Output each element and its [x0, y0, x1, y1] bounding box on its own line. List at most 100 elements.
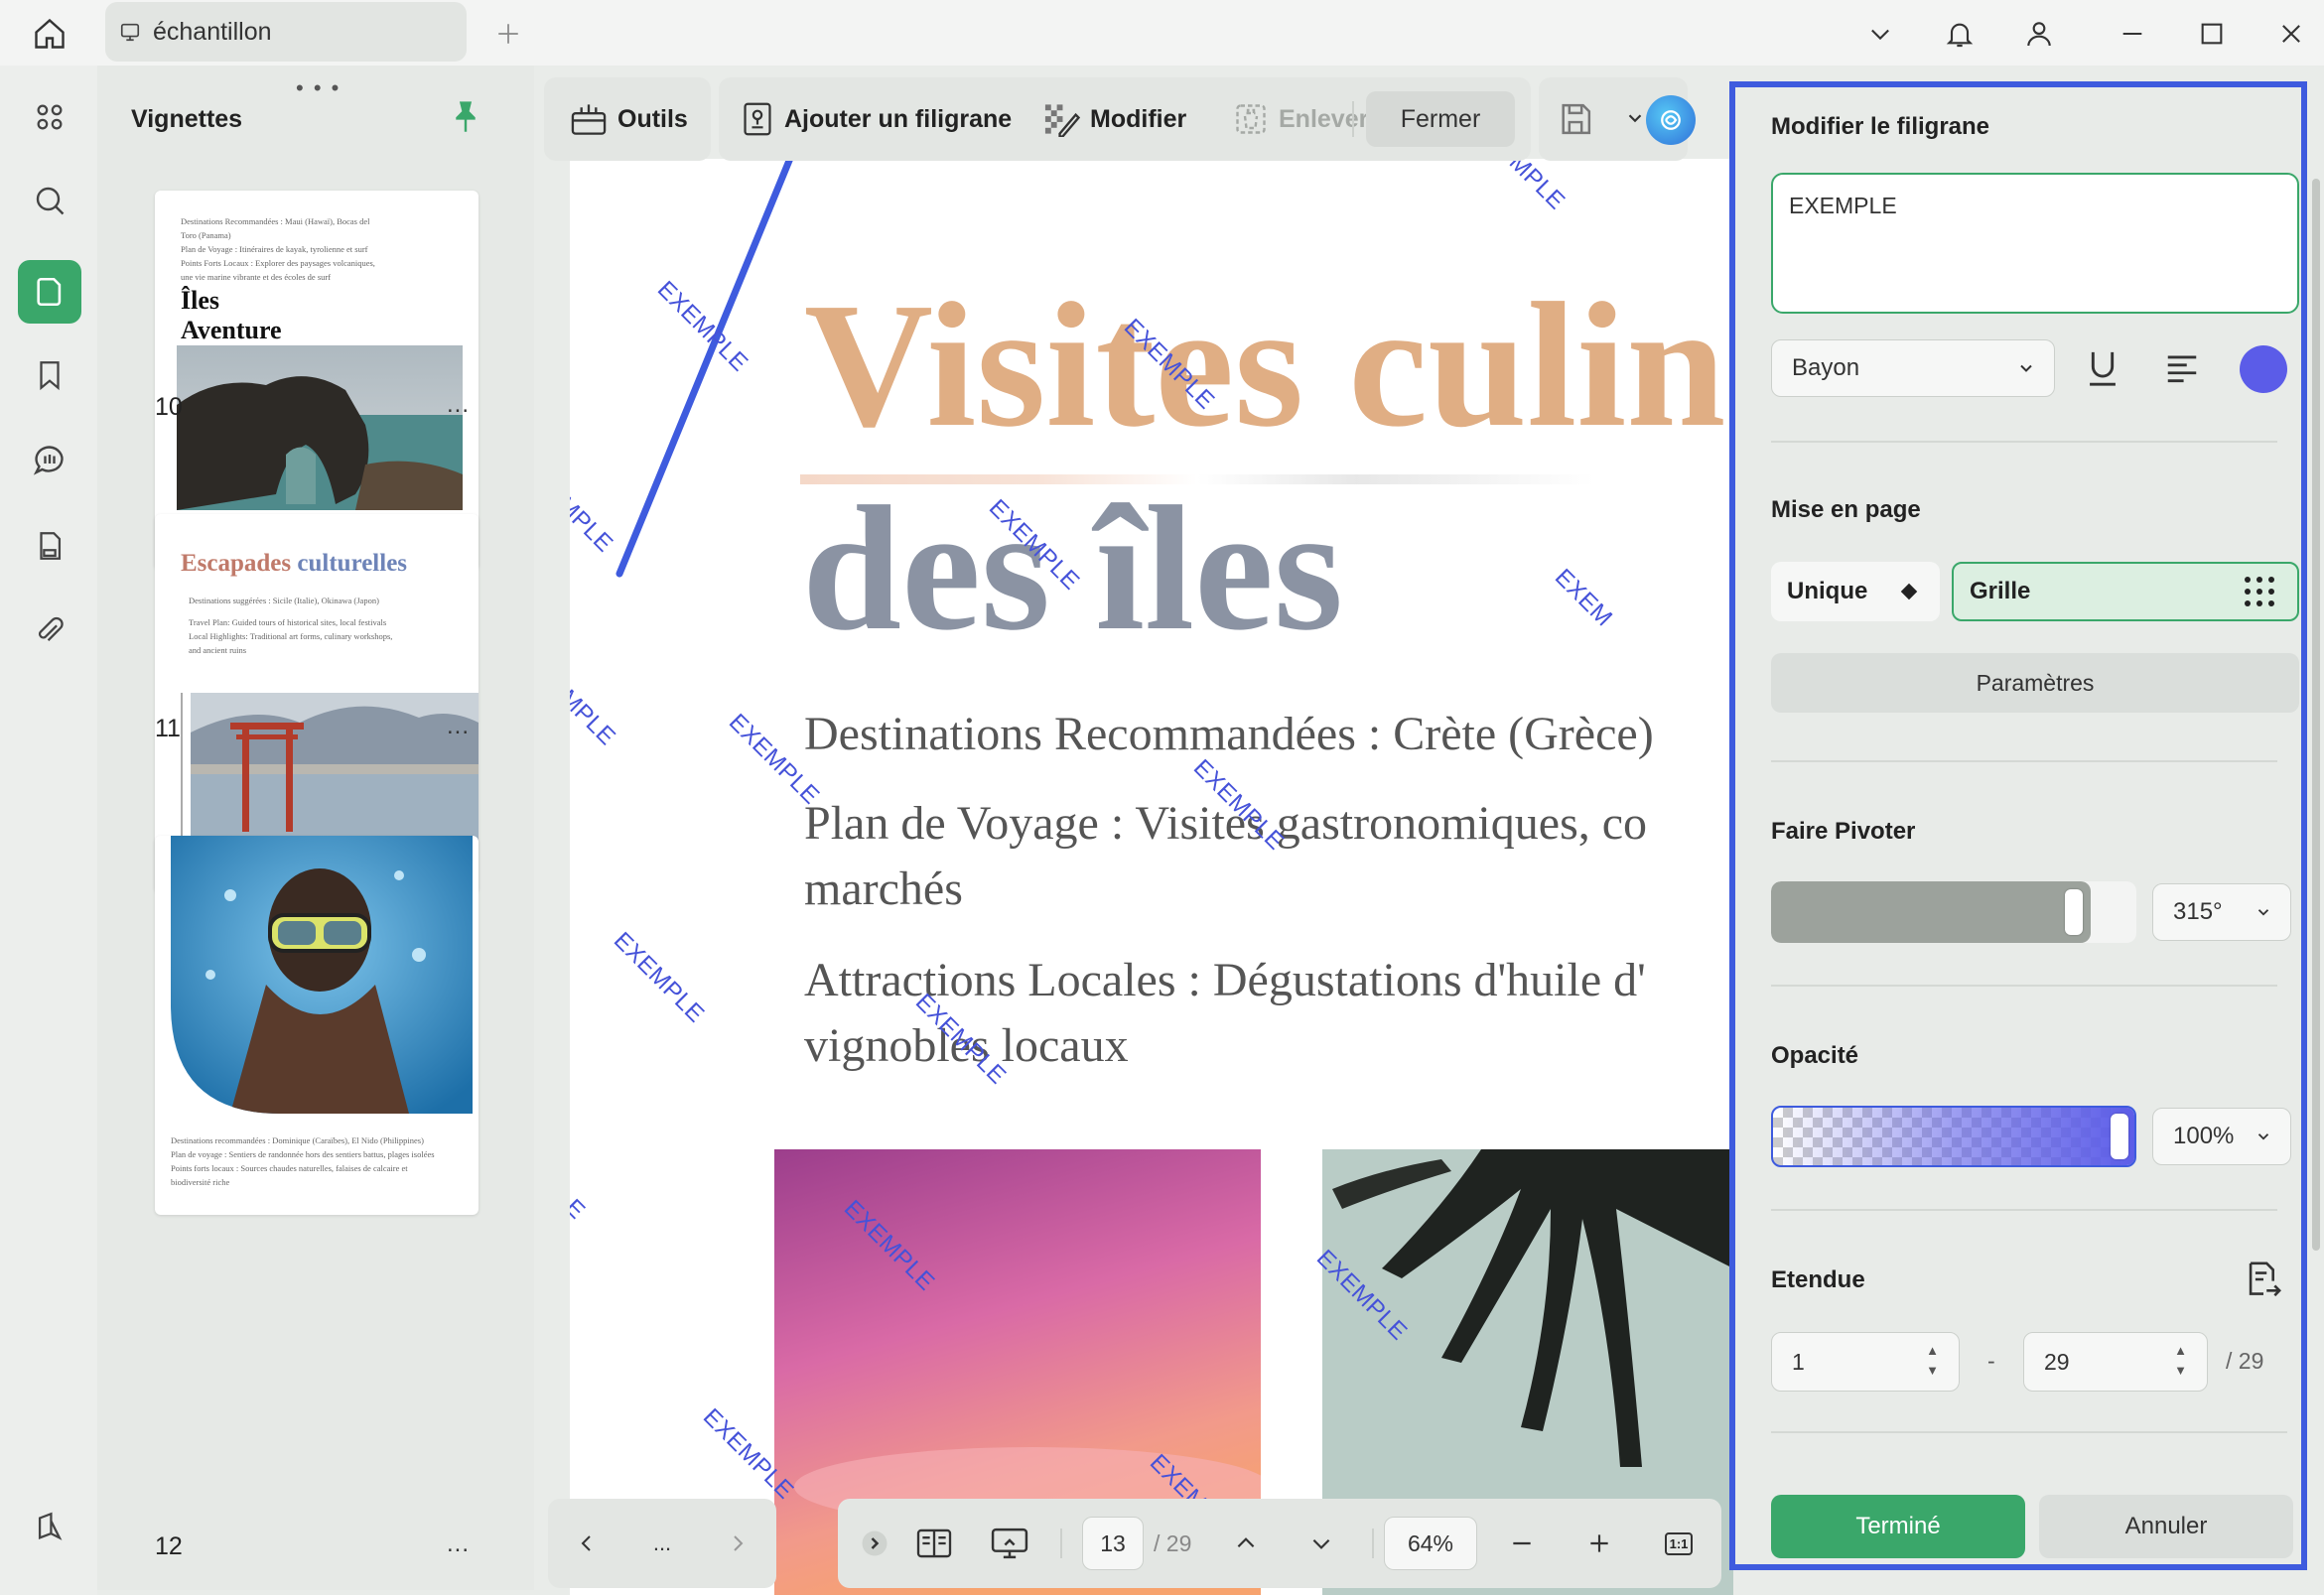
thumbnail-more-button[interactable]: ...: [447, 1530, 470, 1558]
font-select[interactable]: Bayon: [1771, 339, 2055, 397]
view-controls-group: 13 / 29 64% 1:1: [838, 1499, 1721, 1588]
close-icon[interactable]: [2269, 12, 2313, 56]
document-tab[interactable]: échantillon: [105, 2, 467, 62]
layout-title: Mise en page: [1771, 496, 1921, 523]
tools-button[interactable]: Outils: [570, 93, 688, 145]
opacity-slider[interactable]: [1771, 1106, 2136, 1167]
section-divider: [1771, 760, 2277, 762]
thumbnail-title: Îles Aventure: [181, 286, 282, 344]
zoom-out-icon[interactable]: [1497, 1519, 1547, 1568]
user-icon[interactable]: [2017, 12, 2061, 56]
align-left-icon[interactable]: [2162, 349, 2202, 387]
thumbnail-page-12[interactable]: Destinations recommandées : Dominique (C…: [155, 836, 478, 1215]
tools-group: Outils: [544, 77, 711, 161]
title-bar: échantillon: [0, 0, 2324, 66]
rotate-slider[interactable]: [1771, 881, 2136, 943]
page-down-icon[interactable]: [1297, 1519, 1346, 1568]
thumbnail-image: [177, 345, 463, 510]
opacity-title: Opacité: [1771, 1042, 1859, 1069]
ai-assistant-icon[interactable]: [1646, 95, 1696, 145]
thumbnail-title: Escapades culturelles: [181, 550, 408, 577]
done-button[interactable]: Terminé: [1771, 1495, 2025, 1558]
underline-icon[interactable]: [2083, 347, 2122, 389]
stepper-arrows-icon[interactable]: ▲ ▼: [2174, 1341, 2187, 1381]
opacity-select[interactable]: 100%: [2152, 1108, 2291, 1165]
rotate-slider-handle[interactable]: [2065, 889, 2083, 935]
new-tab-button[interactable]: [486, 12, 530, 56]
layout-grid-option[interactable]: Grille: [1952, 562, 2299, 621]
search-icon[interactable]: [18, 169, 81, 232]
rotate-title: Faire Pivoter: [1771, 818, 1916, 845]
presentation-icon[interactable]: [985, 1519, 1034, 1568]
range-separator: -: [1987, 1348, 1995, 1374]
minimize-icon[interactable]: [2111, 12, 2154, 56]
modify-watermark-button[interactable]: Modifier: [1042, 93, 1186, 145]
zoom-input[interactable]: 64%: [1384, 1517, 1477, 1570]
comment-icon[interactable]: [18, 429, 81, 492]
cancel-button[interactable]: Annuler: [2039, 1495, 2293, 1558]
document-canvas[interactable]: Visites culin des îles Destinations Reco…: [570, 159, 1733, 1595]
thumbnail-more-button[interactable]: ...: [447, 391, 470, 419]
section-divider: [1771, 441, 2277, 443]
chevron-right-icon[interactable]: [713, 1519, 762, 1568]
thumbnails-icon[interactable]: [18, 260, 81, 324]
close-watermark-button[interactable]: Fermer: [1366, 91, 1515, 147]
rotate-slider-fill: [1771, 881, 2091, 943]
panel-title: Modifier le filigrane: [1771, 113, 1990, 140]
range-to-input[interactable]: 29 ▲ ▼: [2023, 1332, 2208, 1392]
zoom-in-icon[interactable]: [1574, 1519, 1624, 1568]
parameters-button[interactable]: Paramètres: [1771, 653, 2299, 713]
actual-size-button[interactable]: 1:1: [1654, 1519, 1704, 1568]
page-layout-icon[interactable]: [909, 1519, 959, 1568]
attachment-icon[interactable]: [18, 599, 81, 663]
bell-icon[interactable]: [1938, 12, 1982, 56]
thumbnail-text: Destinations Recommandées : Maui (Hawaï)…: [181, 216, 375, 282]
layers-icon[interactable]: [18, 1495, 81, 1558]
thumbnail-text: Destinations suggérées : Sicile (Italie)…: [189, 596, 393, 655]
add-watermark-button[interactable]: Ajouter un filigrane: [741, 93, 1012, 145]
page-range-icon[interactable]: [2244, 1259, 2283, 1300]
chevron-down-icon[interactable]: [1858, 12, 1902, 56]
thumbnail-page-number: 11: [155, 715, 181, 742]
maximize-icon[interactable]: [2190, 12, 2234, 56]
add-watermark-icon: [741, 101, 774, 137]
range-from-input[interactable]: 1 ▲ ▼: [1771, 1332, 1960, 1392]
document-tab-title: échantillon: [153, 17, 272, 46]
document-tab-icon: [119, 21, 141, 43]
watermark-text-input[interactable]: EXEMPLE: [1771, 173, 2299, 314]
color-picker[interactable]: [2240, 345, 2287, 393]
expand-icon[interactable]: [850, 1519, 899, 1568]
toolbar: Outils Ajouter un filigrane Modifier Enl…: [544, 77, 1719, 161]
thumbnail-page-number: 12: [155, 1532, 183, 1560]
chevron-down-icon: [2255, 1128, 2272, 1145]
form-icon[interactable]: [18, 514, 81, 578]
pin-icon[interactable]: [451, 99, 480, 133]
panel-grip-icon[interactable]: • • •: [296, 75, 341, 101]
current-page-input[interactable]: 13: [1082, 1517, 1144, 1570]
toolbar-divider: [1352, 101, 1354, 137]
layout-single-option[interactable]: Unique: [1771, 562, 1940, 621]
rotate-angle-select[interactable]: 315°: [2152, 883, 2291, 941]
remove-watermark-button[interactable]: Enlever: [1233, 93, 1368, 145]
grid-icon[interactable]: [18, 85, 81, 149]
document-title-line1: Visites culin: [804, 266, 1726, 464]
thumbnail-page-10[interactable]: Destinations Recommandées : Maui (Hawaï)…: [155, 191, 478, 570]
home-icon[interactable]: [28, 12, 71, 56]
stepper-arrows-icon[interactable]: ▲ ▼: [1926, 1341, 1939, 1381]
grid-dots-icon: [2242, 574, 2277, 609]
total-pages: / 29: [1154, 1530, 1192, 1556]
save-icon[interactable]: [1557, 99, 1594, 139]
thumbnail-text: Destinations recommandées : Dominique (C…: [171, 1135, 435, 1187]
panel-scrollbar[interactable]: [2312, 179, 2320, 1251]
bookmark-icon[interactable]: [18, 343, 81, 407]
opacity-slider-handle[interactable]: [2111, 1114, 2128, 1159]
thumbnail-more-button[interactable]: ...: [447, 713, 470, 740]
page-nav-group: ...: [548, 1499, 776, 1588]
more-button[interactable]: ...: [637, 1519, 687, 1568]
range-title: Etendue: [1771, 1266, 1865, 1293]
chevron-left-icon[interactable]: [562, 1519, 612, 1568]
page-up-icon[interactable]: [1221, 1519, 1271, 1568]
thumbnail-image: [171, 836, 473, 1114]
watermark-edit-panel: Modifier le filigrane EXEMPLE Bayon Mise…: [1729, 81, 2307, 1570]
save-dropdown-chevron-icon[interactable]: [1624, 107, 1646, 129]
